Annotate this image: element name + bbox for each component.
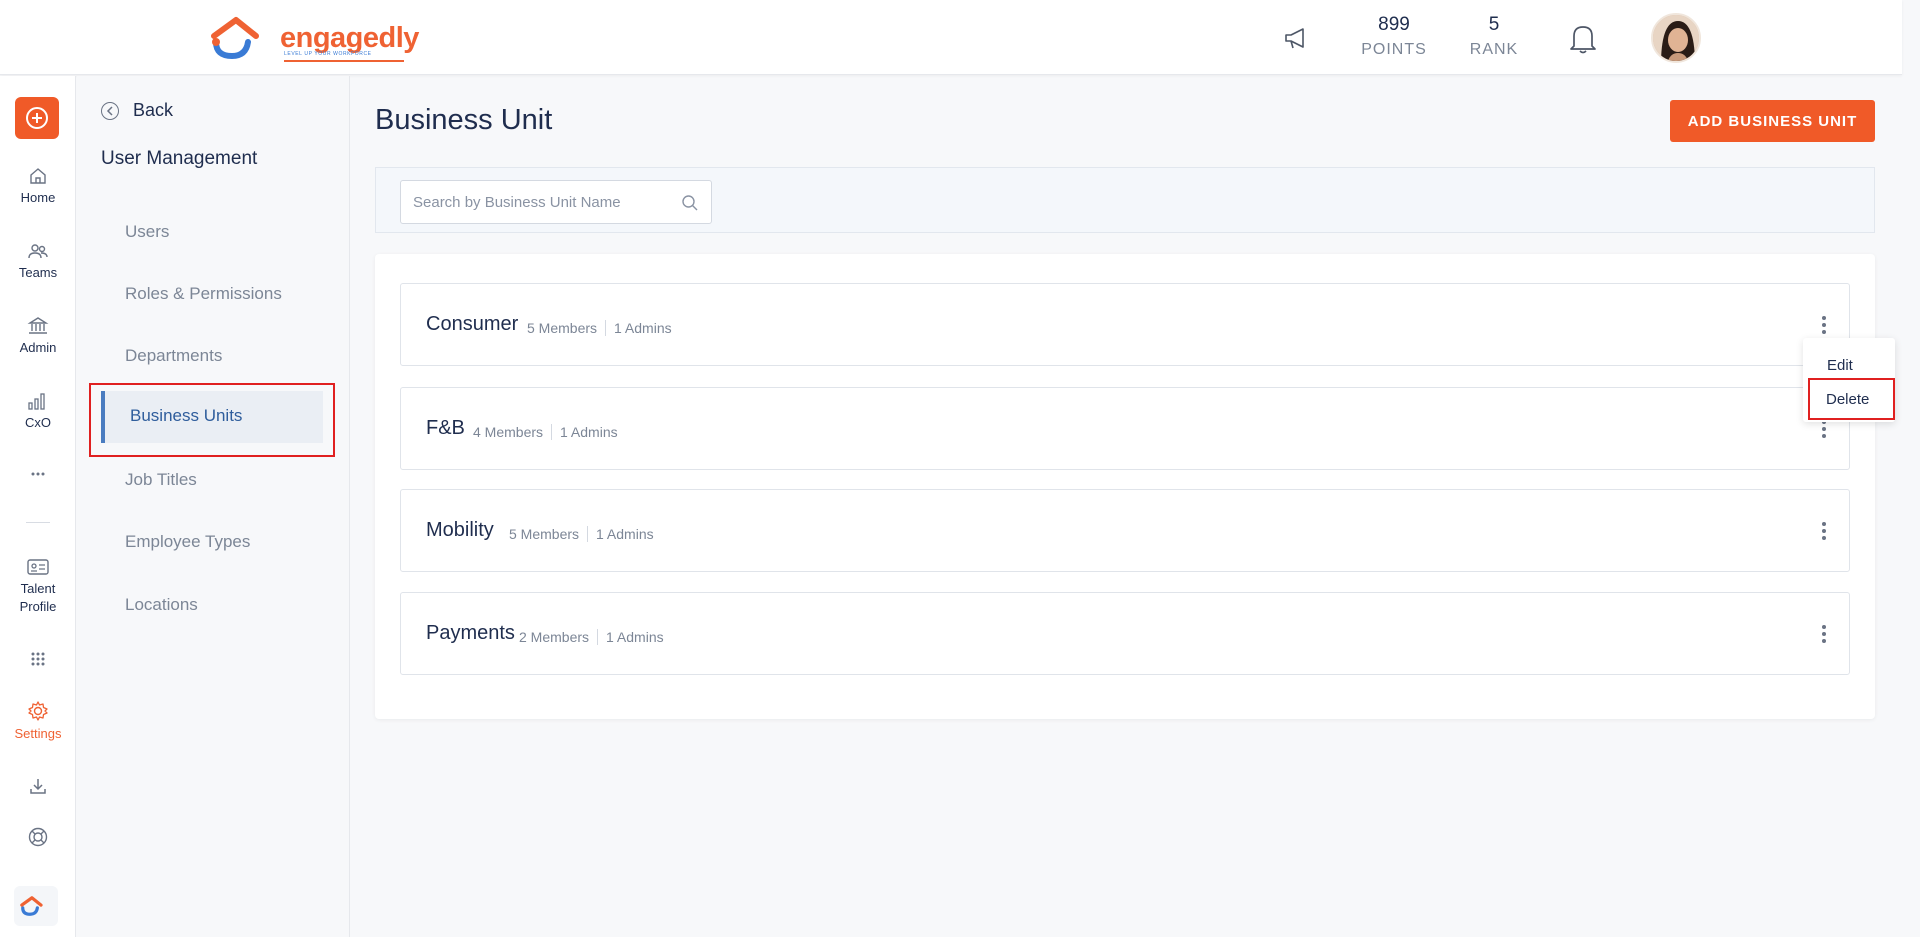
search-icon[interactable] [681, 194, 699, 212]
rail-item-home[interactable]: Home [0, 166, 76, 205]
download-icon [30, 779, 46, 794]
delete-highlight [1808, 378, 1895, 420]
add-business-unit-button[interactable]: ADD BUSINESS UNIT [1670, 100, 1875, 142]
more-vertical-icon[interactable] [1821, 625, 1827, 643]
page-title: Business Unit [375, 104, 553, 136]
logo-mark-icon [211, 17, 259, 60]
rail-item-teams[interactable]: Teams [0, 241, 76, 280]
member-count: 5 Members [509, 526, 580, 542]
user-avatar[interactable] [1651, 13, 1701, 63]
plus-circle-icon [26, 107, 48, 129]
business-unit-list: Consumer 5 Members 1 Admins F&B 4 Member… [375, 254, 1875, 719]
back-link[interactable]: Back [101, 100, 173, 121]
rail-help-button[interactable] [0, 826, 76, 852]
member-count: 4 Members [473, 424, 544, 440]
business-unit-name: Payments [426, 622, 515, 644]
subnav-item-employee-types[interactable]: Employee Types [125, 532, 250, 552]
home-icon [30, 168, 46, 184]
points-stat[interactable]: 899 POINTS [1358, 14, 1430, 59]
more-vertical-icon[interactable] [1821, 522, 1827, 540]
bell-icon[interactable] [1568, 22, 1598, 54]
more-vertical-icon[interactable] [1821, 316, 1827, 334]
rail-item-talent-profile[interactable]: Talent Profile [0, 558, 76, 616]
business-unit-row[interactable]: Payments 2 Members 1 Admins [400, 592, 1850, 675]
business-unit-row[interactable]: F&B 4 Members 1 Admins [400, 387, 1850, 470]
subnav-title: User Management [101, 148, 258, 169]
rail-download-button[interactable] [0, 776, 76, 800]
top-header: engagedly LEVEL UP YOUR WORKFORCE 899 PO… [0, 0, 1902, 75]
chart-icon [28, 393, 45, 410]
business-unit-name: F&B [426, 417, 465, 439]
rail-item-label: Talent Profile [19, 581, 57, 614]
business-unit-meta: 4 Members 1 Admins [473, 424, 618, 440]
admin-count: 1 Admins [596, 526, 654, 542]
teams-icon [28, 244, 48, 259]
points-label: POINTS [1361, 41, 1427, 58]
megaphone-icon[interactable] [1283, 25, 1309, 51]
admin-icon [27, 317, 49, 334]
business-unit-meta: 5 Members 1 Admins [509, 526, 654, 542]
rail-divider [26, 522, 50, 523]
admin-count: 1 Admins [614, 320, 672, 336]
rank-value: 5 [1488, 14, 1500, 35]
id-card-icon [27, 559, 49, 575]
search-input[interactable] [400, 180, 712, 224]
member-count: 5 Members [527, 320, 598, 336]
quick-add-button[interactable] [15, 97, 59, 139]
business-unit-meta: 5 Members 1 Admins [527, 320, 672, 336]
rank-stat[interactable]: 5 RANK [1466, 14, 1522, 59]
business-unit-meta: 2 Members 1 Admins [519, 629, 664, 645]
rail-item-cxo[interactable]: CxO [0, 391, 76, 430]
rail-item-label: CxO [25, 415, 51, 430]
admin-count: 1 Admins [606, 629, 664, 645]
rail-item-label: Admin [19, 340, 57, 355]
subnav-item-users[interactable]: Users [125, 222, 169, 242]
rail-item-admin[interactable]: Admin [0, 316, 76, 355]
business-units-highlight [89, 383, 335, 457]
rail-apps-button[interactable] [0, 650, 76, 672]
rail-item-settings[interactable]: Settings [0, 700, 76, 741]
admin-count: 1 Admins [560, 424, 618, 440]
subnav-item-job-titles[interactable]: Job Titles [125, 470, 197, 490]
lifebuoy-icon [28, 827, 48, 847]
engagedly-logo[interactable]: engagedly LEVEL UP YOUR WORKFORCE [210, 14, 419, 62]
logo-mark-icon [20, 896, 43, 916]
logo-underline [284, 60, 404, 62]
chevron-left-icon [101, 101, 119, 120]
gear-icon [28, 701, 48, 721]
rank-label: RANK [1469, 41, 1519, 58]
subnav-item-roles-permissions[interactable]: Roles & Permissions [125, 284, 282, 304]
rail-item-label: Settings [14, 726, 62, 741]
subnav-item-locations[interactable]: Locations [125, 595, 198, 615]
back-label: Back [133, 100, 174, 120]
rail-brand-logo[interactable] [14, 886, 58, 926]
more-horizontal-icon [31, 472, 45, 476]
member-count: 2 Members [519, 629, 590, 645]
apps-grid-icon [31, 652, 45, 666]
user-management-nav: Back User Management Users Roles & Permi… [77, 76, 350, 937]
rail-more-button[interactable] [0, 470, 76, 482]
business-unit-row[interactable]: Mobility 5 Members 1 Admins [400, 489, 1850, 572]
subnav-item-departments[interactable]: Departments [125, 346, 222, 366]
search-bar [375, 167, 1875, 233]
left-rail: Home Teams Admin CxO Talent Profile Sett… [0, 76, 76, 937]
business-unit-name: Consumer [426, 313, 519, 335]
business-unit-row[interactable]: Consumer 5 Members 1 Admins [400, 283, 1850, 366]
rail-item-label: Home [20, 190, 56, 205]
logo-tagline: LEVEL UP YOUR WORKFORCE [284, 51, 372, 57]
more-vertical-icon[interactable] [1821, 420, 1827, 438]
edit-menu-item[interactable]: Edit [1827, 357, 1853, 374]
logo-text: engagedly [280, 21, 419, 54]
rail-item-label: Teams [18, 265, 58, 280]
business-unit-name: Mobility [426, 519, 494, 541]
points-value: 899 [1378, 14, 1410, 35]
user-photo-icon [1653, 15, 1699, 61]
